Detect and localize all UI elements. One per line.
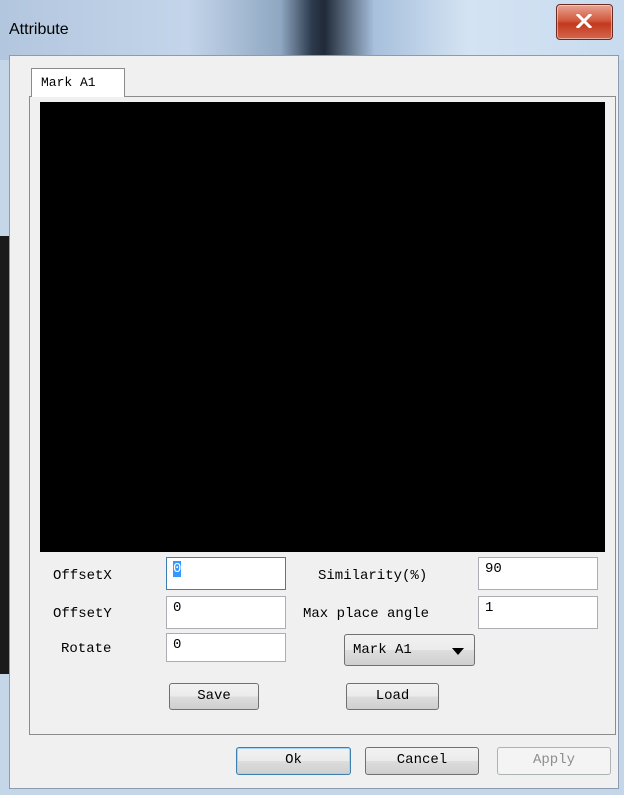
offsetx-label: OffsetX [53, 568, 112, 584]
title-bar[interactable] [0, 0, 624, 60]
ok-button[interactable]: Ok [236, 747, 351, 775]
triangle-down-icon [452, 648, 464, 655]
similarity-input[interactable]: 90 [478, 557, 598, 590]
close-x-icon [576, 14, 592, 28]
rotate-input[interactable]: 0 [166, 633, 286, 662]
load-button[interactable]: Load [346, 683, 439, 710]
cancel-button[interactable]: Cancel [365, 747, 479, 775]
close-button[interactable] [556, 4, 613, 40]
mark-select[interactable]: Mark A1 [344, 634, 475, 666]
tab-label: Mark A1 [41, 75, 96, 90]
rotate-label: Rotate [61, 641, 112, 657]
offsety-label: OffsetY [53, 606, 112, 622]
max-place-angle-label: Max place angle [303, 606, 430, 622]
save-button[interactable]: Save [169, 683, 259, 710]
max-place-angle-input[interactable]: 1 [478, 596, 598, 629]
image-view[interactable] [40, 102, 605, 552]
attribute-window: Attribute Mark A1 OffsetX 0 OffsetY 0 Ro… [0, 0, 624, 795]
apply-button[interactable]: Apply [497, 747, 611, 775]
mark-select-value: Mark A1 [353, 642, 412, 658]
window-title: Attribute [9, 21, 69, 38]
similarity-label: Similarity(%) [318, 568, 428, 584]
offsety-input[interactable]: 0 [166, 596, 286, 629]
frame-shadow [0, 236, 9, 674]
tab-mark-a1[interactable]: Mark A1 [31, 68, 125, 97]
offsetx-input[interactable]: 0 [166, 557, 286, 590]
